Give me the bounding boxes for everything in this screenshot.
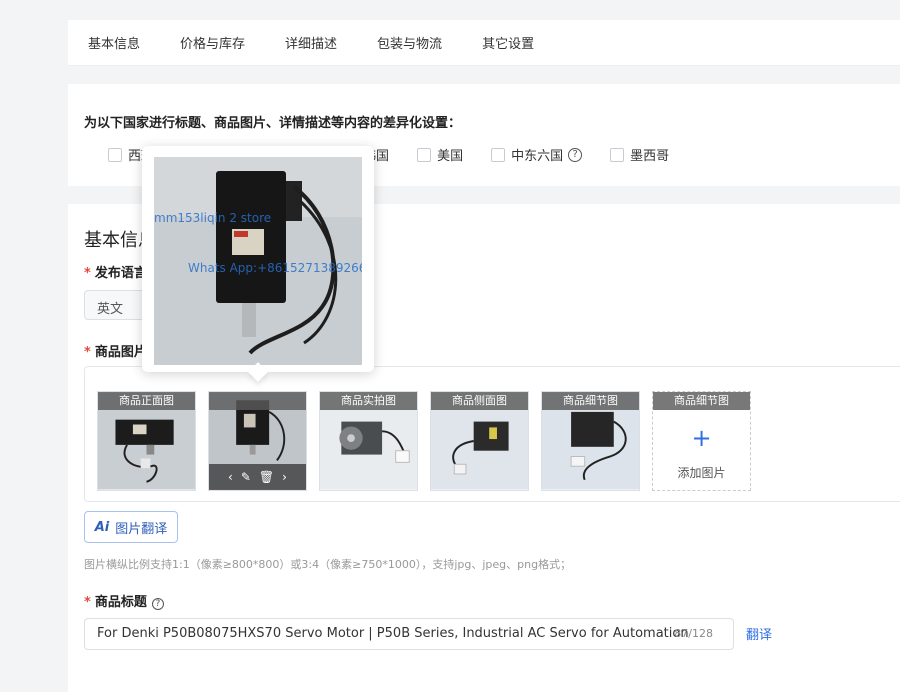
images-label: * 商品图片 [84, 341, 147, 360]
slot-caption: 商品细节图 [542, 392, 639, 410]
checkbox-box[interactable] [491, 147, 506, 162]
image-slot-detail[interactable]: 商品细节图 [541, 391, 640, 491]
question-circle-icon[interactable]: ? [568, 147, 583, 162]
image-hint: 图片横纵比例支持1:1（像素≥800*800）或3:4（像素≥750*1000）… [84, 558, 572, 571]
tab-price-stock[interactable]: 价格与库存 [180, 33, 245, 52]
watermark-store: mm153liqin 2 store [154, 211, 272, 225]
country-checkbox-mexico[interactable]: 墨西哥 [610, 145, 669, 164]
slot-caption: 商品正面图 [98, 392, 195, 410]
lang-label-text: 发布语言 [94, 266, 147, 281]
tab-packaging[interactable]: 包装与物流 [377, 33, 442, 52]
product-title-value: For Denki P50B08075HXS70 Servo Motor | P… [97, 626, 689, 641]
trash-icon[interactable]: 🗑 [259, 470, 274, 484]
char-count: 87/128 [674, 627, 713, 640]
required-mark: * [84, 595, 91, 610]
watermark-contact: Whats App:+8615271389266 [188, 261, 362, 275]
image-slot-real[interactable]: 商品实拍图 [319, 391, 418, 491]
checkbox-box[interactable] [417, 147, 432, 162]
lang-label: * 发布语言 [84, 262, 147, 281]
slot-caption: 商品实拍图 [320, 392, 417, 410]
chevron-left-icon[interactable]: ‹ [228, 470, 233, 484]
tab-description[interactable]: 详细描述 [285, 33, 337, 52]
diff-settings-title: 为以下国家进行标题、商品图片、详情描述等内容的差异化设置： [84, 116, 462, 131]
slot-caption: 商品侧面图 [431, 392, 528, 410]
preview-image: mm153liqin 2 store Whats App:+8615271389… [154, 157, 362, 365]
image-slot-side[interactable]: 商品侧面图 [430, 391, 529, 491]
title-label: * 商品标题? [84, 591, 164, 610]
checkbox-box[interactable] [610, 147, 625, 162]
required-mark: * [84, 345, 91, 360]
add-image-slot[interactable]: 商品细节图 + 添加图片 [652, 391, 751, 491]
slot-caption: 商品细节图 [653, 392, 750, 410]
chevron-right-icon[interactable]: › [282, 470, 287, 484]
plus-icon[interactable]: + [653, 424, 750, 452]
tab-basic-info[interactable]: 基本信息 [88, 33, 140, 52]
country-label: 美国 [437, 149, 464, 164]
image-preview-popover: mm153liqin 2 store Whats App:+8615271389… [142, 146, 374, 382]
image-translate-button[interactable]: Ai 图片翻译 [84, 511, 178, 543]
image-upload-area: 商品正面图 ‹ ✎ 🗑 › 商品实拍图 商品侧面图 商品细节图 商品细节图 + … [84, 366, 900, 502]
checkbox-box[interactable] [108, 147, 122, 162]
tab-bar: 基本信息 价格与库存 详细描述 包装与物流 其它设置 [68, 20, 900, 66]
image-slot-hover[interactable]: ‹ ✎ 🗑 › [208, 391, 307, 491]
country-checkbox-usa[interactable]: 美国 [417, 145, 463, 164]
product-title-input[interactable]: For Denki P50B08075HXS70 Servo Motor | P… [84, 618, 734, 650]
images-label-text: 商品图片 [94, 345, 147, 360]
pencil-icon[interactable]: ✎ [241, 470, 251, 484]
country-label: 中东六国 [511, 149, 564, 164]
tab-other-settings[interactable]: 其它设置 [482, 33, 534, 52]
image-slot-front[interactable]: 商品正面图 [97, 391, 196, 491]
image-action-bar: ‹ ✎ 🗑 › [209, 464, 306, 490]
add-image-label: 添加图片 [677, 466, 726, 480]
title-label-text: 商品标题 [94, 595, 147, 610]
question-circle-icon[interactable]: ? [151, 598, 164, 610]
ai-icon: Ai [94, 519, 110, 535]
required-mark: * [84, 266, 91, 281]
slot-caption [209, 392, 306, 410]
image-translate-label: 图片翻译 [115, 521, 168, 537]
translate-link[interactable]: 翻译 [746, 624, 772, 643]
country-label: 墨西哥 [630, 149, 670, 164]
country-checkbox-middle-east[interactable]: 中东六国? [491, 145, 583, 164]
